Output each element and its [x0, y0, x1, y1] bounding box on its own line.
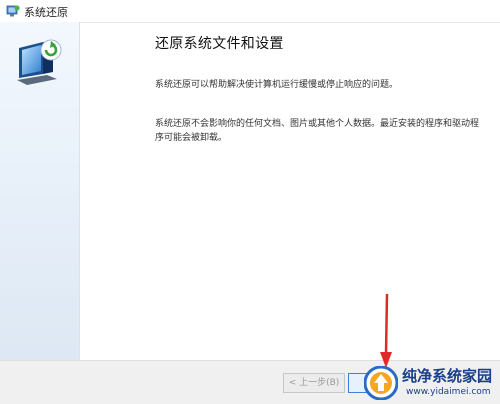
system-restore-icon	[6, 5, 20, 17]
window-title: 系统还原	[24, 6, 68, 19]
info-text: 系统还原不会影响你的任何文档、图片或其他个人数据。最近安装的程序和驱动程序可能会…	[155, 119, 480, 143]
site-watermark: 纯净系统家园 www.yidaimei.com	[362, 362, 500, 403]
restore-computer-icon	[17, 39, 62, 85]
page-heading: 还原系统文件和设置	[155, 36, 284, 52]
red-arrow-annotation	[380, 293, 392, 368]
watermark-logo-icon	[364, 366, 398, 400]
wizard-sidebar	[0, 22, 80, 360]
description-text: 系统还原可以帮助解决使计算机运行缓慢或停止响应的问题。	[155, 80, 399, 90]
watermark-name: 纯净系统家园	[402, 367, 493, 385]
title-bar: 系统还原	[0, 0, 500, 23]
watermark-url: www.yidaimei.com	[406, 387, 491, 397]
back-button[interactable]: < 上一步(B)	[283, 373, 345, 393]
